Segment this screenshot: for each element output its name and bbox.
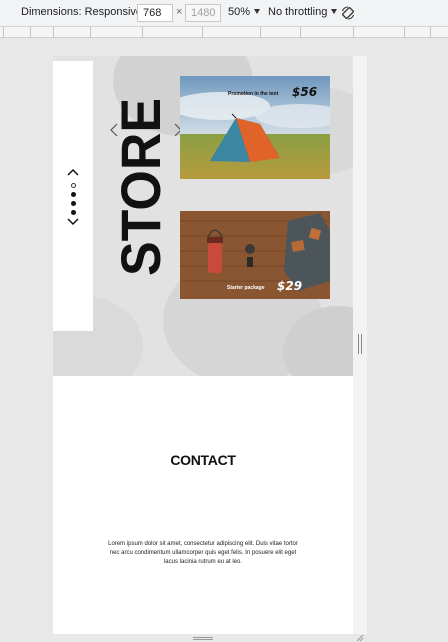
store-title: STORE — [109, 96, 172, 278]
zoom-dropdown[interactable]: 50% — [228, 6, 261, 18]
resize-corner-icon[interactable] — [356, 634, 364, 642]
chevron-up-icon[interactable] — [66, 167, 80, 177]
card-price: $29 — [277, 279, 303, 293]
device-viewport: STORE Promotion in the tent $56 Starter … — [53, 56, 353, 634]
dimension-separator: × — [176, 6, 183, 18]
carousel-side-panel — [53, 61, 93, 331]
carousel-dot[interactable] — [70, 201, 76, 206]
card-label: Starter package — [227, 285, 265, 291]
device-toolbar: Dimensions: Responsive 768 × 1480 50% No… — [0, 0, 448, 27]
chevron-left-icon[interactable] — [109, 123, 119, 137]
card-label: Promotion in the tent — [228, 91, 279, 97]
contact-title: CONTACT — [170, 452, 236, 468]
resize-handle-right[interactable] — [358, 334, 362, 354]
store-hero-section: STORE Promotion in the tent $56 Starter … — [53, 56, 353, 376]
contact-text: Lorem ipsum dolor sit amet, consectetur … — [108, 541, 298, 565]
product-card-tent[interactable]: Promotion in the tent $56 — [180, 76, 330, 179]
carousel-dot[interactable] — [70, 210, 76, 215]
media-query-ruler — [0, 27, 448, 38]
caret-down-icon — [254, 9, 261, 14]
product-card-starter[interactable]: Starter package $29 — [180, 211, 330, 299]
rotate-icon[interactable] — [340, 5, 356, 21]
dimensions-dropdown[interactable]: Dimensions: Responsive — [21, 6, 153, 18]
dimensions-label: Dimensions: Responsive — [21, 6, 143, 18]
store-title-text: STORE — [115, 98, 169, 276]
chevron-down-icon[interactable] — [66, 217, 80, 227]
carousel-dot[interactable] — [70, 192, 76, 197]
resize-handle-bottom[interactable] — [193, 637, 213, 640]
width-input[interactable]: 768 — [137, 4, 173, 22]
carousel-nav — [66, 167, 80, 227]
throttling-label: No throttling — [268, 6, 328, 18]
throttling-dropdown[interactable]: No throttling — [268, 6, 338, 18]
height-input[interactable]: 1480 — [185, 4, 221, 22]
card-price: $56 — [292, 85, 318, 99]
carousel-dot[interactable] — [70, 183, 76, 188]
zoom-label: 50% — [228, 6, 251, 18]
caret-down-icon — [331, 9, 338, 14]
